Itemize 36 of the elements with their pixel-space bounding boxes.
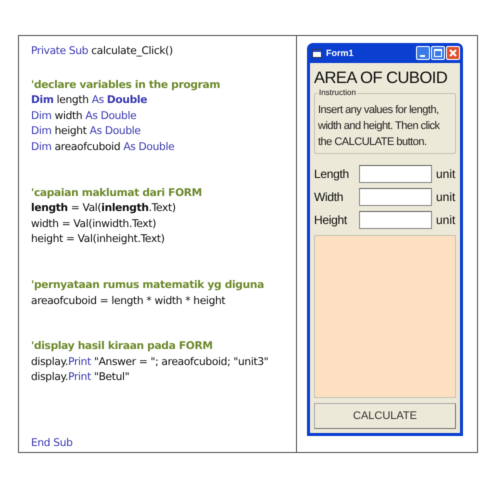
code-line: display.Print "Betul" (31, 370, 130, 386)
code-line: length = Val(inlength.Text) (31, 201, 177, 216)
code-line: width = Val(inwidth.Text) (31, 216, 158, 232)
code-line: 'declare variables in the program (31, 78, 222, 93)
form-icon (312, 48, 322, 58)
code-line: height = Val(inheight.Text) (31, 232, 166, 248)
maximize-icon (434, 49, 442, 57)
code-line: Dim width As Double (31, 108, 138, 124)
field-label: Height (314, 213, 348, 227)
unit-label: unit (436, 190, 456, 204)
field-label: Length (314, 167, 350, 181)
close-button[interactable] (446, 46, 460, 60)
code-line: Private Sub calculate_Click() (31, 44, 174, 59)
window-title: Form1 (326, 48, 355, 58)
code-line: Dim height As Double (31, 124, 142, 140)
code-line: Dim areaofcuboid As Double (31, 140, 176, 155)
input-field[interactable] (359, 165, 432, 183)
field-label: Width (314, 190, 344, 204)
input-field[interactable] (359, 188, 432, 206)
code-line: Dim length As Double (31, 93, 148, 108)
calculate-button[interactable]: CALCULATE (314, 403, 456, 429)
minimize-button[interactable] (416, 46, 430, 60)
instruction-text: Insert any values for length, width and height. Then click the CALCULATE button. (318, 103, 441, 150)
group-legend: Instruction (318, 88, 357, 97)
code-line: display.Print "Answer = "; areaofcuboid; "unit3" (31, 354, 270, 370)
unit-label: unit (436, 167, 456, 181)
code-line: 'capaian maklumat dari FORM (31, 186, 203, 201)
form-heading: AREA OF CUBOID (314, 69, 448, 88)
unit-label: unit (436, 213, 456, 227)
close-icon (449, 49, 457, 57)
code-line: 'display hasil kiraan pada FORM (31, 339, 214, 354)
maximize-button[interactable] (431, 46, 445, 60)
code-line: areaofcuboid = length * width * height (31, 294, 226, 309)
input-field[interactable] (359, 211, 432, 229)
code-line: End Sub (31, 436, 74, 451)
code-line: 'pernyataan rumus matematik yg diguna (31, 278, 265, 293)
